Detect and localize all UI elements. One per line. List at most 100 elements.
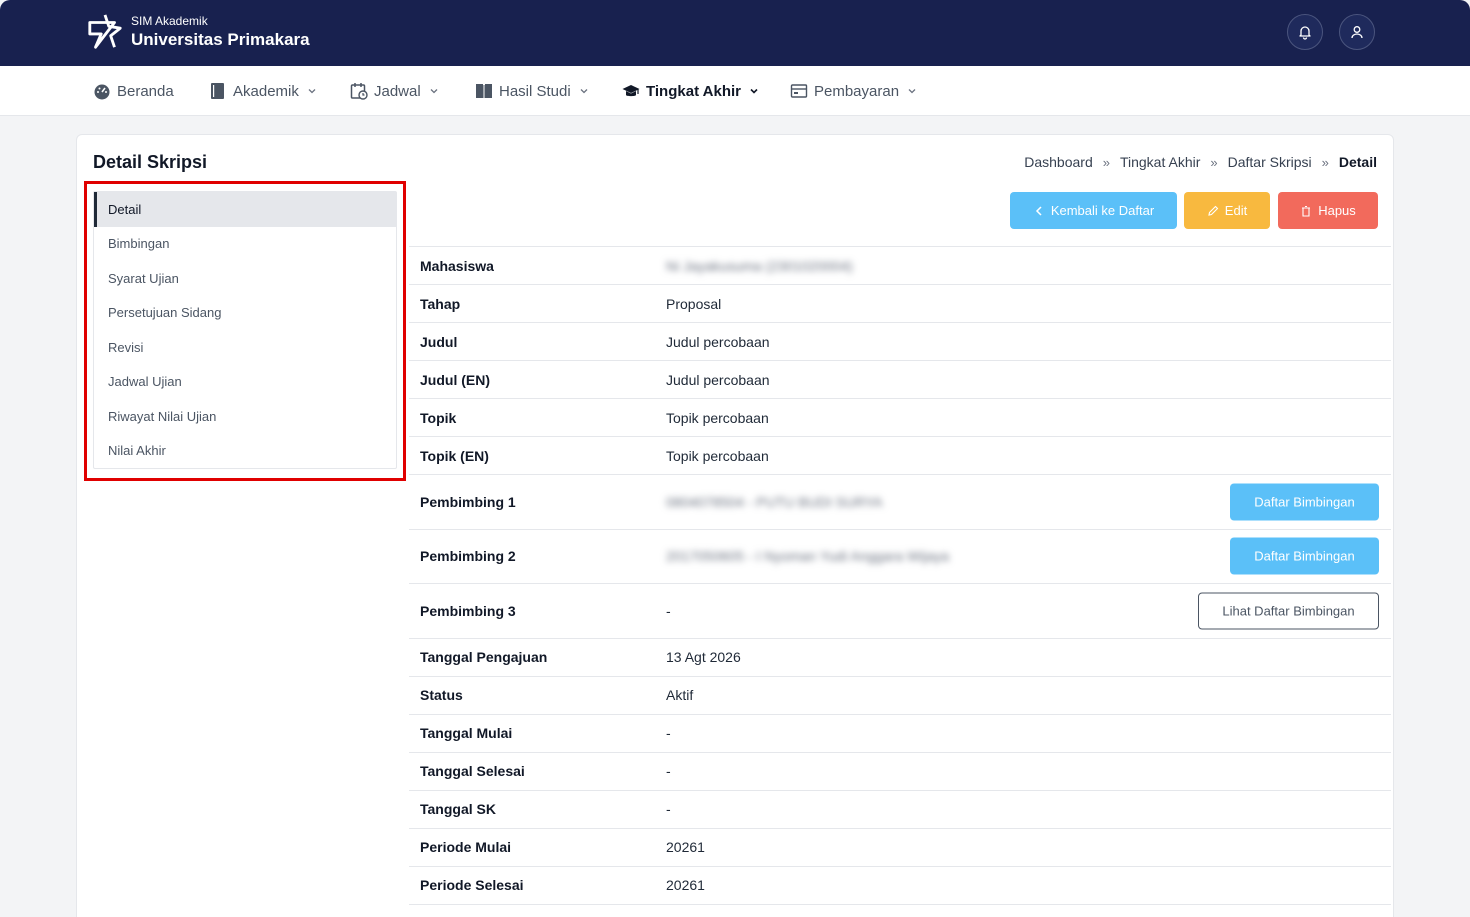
field-value: Aktif: [666, 687, 694, 703]
row-topik: Topik Topik percobaan: [409, 399, 1391, 437]
field-value: -: [666, 725, 671, 741]
field-value: -: [666, 763, 671, 779]
side-item-revisi[interactable]: Revisi: [94, 330, 396, 365]
field-label: Status: [420, 687, 463, 703]
breadcrumb-separator: »: [1210, 154, 1218, 170]
field-value: 0804078504 - PUTU BUDI SURYA: [666, 493, 883, 510]
nav-beranda[interactable]: Beranda: [93, 80, 174, 102]
side-item-detail[interactable]: Detail: [94, 192, 396, 227]
user-icon: [1351, 26, 1363, 39]
field-value: 20261: [666, 839, 705, 855]
nav-label: Beranda: [117, 82, 174, 100]
row-judul: Judul Judul percobaan: [409, 323, 1391, 361]
side-item-riwayat-nilai-ujian[interactable]: Riwayat Nilai Ujian: [94, 399, 396, 434]
field-value: Topik percobaan: [666, 409, 769, 426]
breadcrumb-separator: »: [1321, 154, 1329, 170]
side-item-bimbingan[interactable]: Bimbingan: [94, 227, 396, 262]
detail-card: Detail Skripsi Dashboard » Tingkat Akhir…: [76, 134, 1394, 917]
field-label: Tanggal SK: [420, 801, 496, 817]
field-value: 2017050605 - I Nyoman Yudi Anggara Wijay…: [666, 548, 950, 565]
row-pembimbing-3: Pembimbing 3 - Lihat Daftar Bimbingan: [409, 584, 1391, 639]
field-value: 20261: [666, 877, 705, 893]
button-label: Edit: [1224, 203, 1248, 218]
breadcrumb-separator: »: [1102, 154, 1110, 170]
row-tanggal-mulai: Tanggal Mulai -: [409, 715, 1391, 753]
back-to-list-button[interactable]: Kembali ke Daftar: [1010, 192, 1177, 229]
wallet-icon: [790, 84, 808, 98]
field-value: Topik percobaan: [666, 447, 769, 464]
top-header: SIM Akademik Universitas Primakara: [0, 0, 1470, 66]
breadcrumb-daftar-skripsi[interactable]: Daftar Skripsi: [1228, 154, 1312, 170]
nav-jadwal[interactable]: Jadwal: [350, 80, 439, 102]
app-title: Universitas Primakara: [131, 30, 310, 49]
field-label: Mahasiswa: [420, 257, 494, 274]
row-tanggal-sk: Tanggal SK -: [409, 791, 1391, 829]
nav-tingkat-akhir[interactable]: Tingkat Akhir: [622, 80, 759, 102]
button-label: Kembali ke Daftar: [1050, 203, 1155, 218]
nav-label: Jadwal: [374, 82, 421, 100]
edit-button[interactable]: Edit: [1184, 192, 1270, 229]
side-item-nilai-akhir[interactable]: Nilai Akhir: [94, 434, 396, 469]
main-nav: Beranda Akademik Jadwal Hasil Studi Ting…: [0, 66, 1470, 116]
button-label: Hapus: [1318, 203, 1356, 218]
side-item-jadwal-ujian[interactable]: Jadwal Ujian: [94, 365, 396, 400]
chevron-down-icon: [908, 89, 916, 94]
row-topik-en: Topik (EN) Topik percobaan: [409, 437, 1391, 475]
row-tanggal-pengajuan: Tanggal Pengajuan 13 Agt 2026: [409, 639, 1391, 677]
calendar-icon: [350, 83, 368, 100]
field-value: Judul percobaan: [666, 333, 770, 350]
dashboard-icon: [94, 84, 110, 100]
field-label: Pembimbing 2: [420, 548, 516, 565]
daftar-bimbingan-2-button[interactable]: Daftar Bimbingan: [1230, 537, 1379, 575]
field-value: Ni Jayakusuma (2301020004): [666, 257, 853, 274]
field-value: -: [666, 801, 671, 817]
field-value: Judul percobaan: [666, 371, 770, 388]
trash-icon: [1302, 205, 1311, 217]
side-item-syarat-ujian[interactable]: Syarat Ujian: [94, 261, 396, 296]
nav-hasil-studi[interactable]: Hasil Studi: [475, 80, 589, 102]
nav-label: Hasil Studi: [499, 82, 571, 100]
open-book-icon: [476, 84, 492, 98]
row-periode-mulai: Periode Mulai 20261: [409, 829, 1391, 867]
field-label: Tahap: [420, 295, 461, 312]
field-label: Topik: [420, 409, 457, 426]
delete-button[interactable]: Hapus: [1278, 192, 1378, 229]
field-label: Pembimbing 3: [420, 602, 516, 619]
page-title: Detail Skripsi: [93, 152, 208, 172]
notification-button[interactable]: [1287, 14, 1323, 50]
row-tanggal-selesai: Tanggal Selesai -: [409, 753, 1391, 791]
breadcrumb-tingkat-akhir[interactable]: Tingkat Akhir: [1120, 154, 1200, 170]
university-logo[interactable]: [86, 13, 124, 51]
lihat-daftar-bimbingan-button[interactable]: Lihat Daftar Bimbingan: [1198, 592, 1379, 630]
field-value: 13 Agt 2026: [666, 649, 741, 665]
user-menu-button[interactable]: [1339, 14, 1375, 50]
field-value: -: [666, 602, 671, 619]
graduation-cap-icon: [622, 85, 640, 97]
field-value: Proposal: [666, 295, 722, 312]
breadcrumb-current: Detail: [1338, 154, 1377, 170]
chevron-left-icon: [1035, 205, 1042, 216]
row-pembimbing-1: Pembimbing 1 0804078504 - PUTU BUDI SURY…: [409, 475, 1391, 530]
row-mahasiswa: Mahasiswa Ni Jayakusuma (2301020004): [409, 247, 1391, 285]
field-label: Topik (EN): [420, 447, 489, 464]
chevron-down-icon: [430, 89, 438, 94]
detail-table: Mahasiswa Ni Jayakusuma (2301020004) Tah…: [409, 246, 1391, 905]
row-pembimbing-2: Pembimbing 2 2017050605 - I Nyoman Yudi …: [409, 530, 1391, 584]
field-label: Periode Mulai: [420, 839, 512, 855]
nav-label: Akademik: [233, 82, 299, 100]
nav-akademik[interactable]: Akademik: [209, 80, 317, 102]
row-status: Status Aktif: [409, 677, 1391, 715]
book-icon: [211, 83, 224, 99]
nav-label: Pembayaran: [814, 82, 900, 100]
app-subtitle: SIM Akademik: [131, 14, 208, 28]
side-menu: Detail Bimbingan Syarat Ujian Persetujua…: [93, 191, 397, 469]
field-label: Tanggal Mulai: [420, 725, 513, 741]
pencil-icon: [1208, 205, 1219, 216]
chevron-down-icon: [580, 89, 588, 94]
chevron-down-icon: [750, 88, 758, 94]
nav-pembayaran[interactable]: Pembayaran: [790, 80, 917, 102]
daftar-bimbingan-1-button[interactable]: Daftar Bimbingan: [1230, 483, 1379, 521]
side-item-persetujuan-sidang[interactable]: Persetujuan Sidang: [94, 296, 396, 331]
row-judul-en: Judul (EN) Judul percobaan: [409, 361, 1391, 399]
breadcrumb-dashboard[interactable]: Dashboard: [1024, 154, 1093, 170]
